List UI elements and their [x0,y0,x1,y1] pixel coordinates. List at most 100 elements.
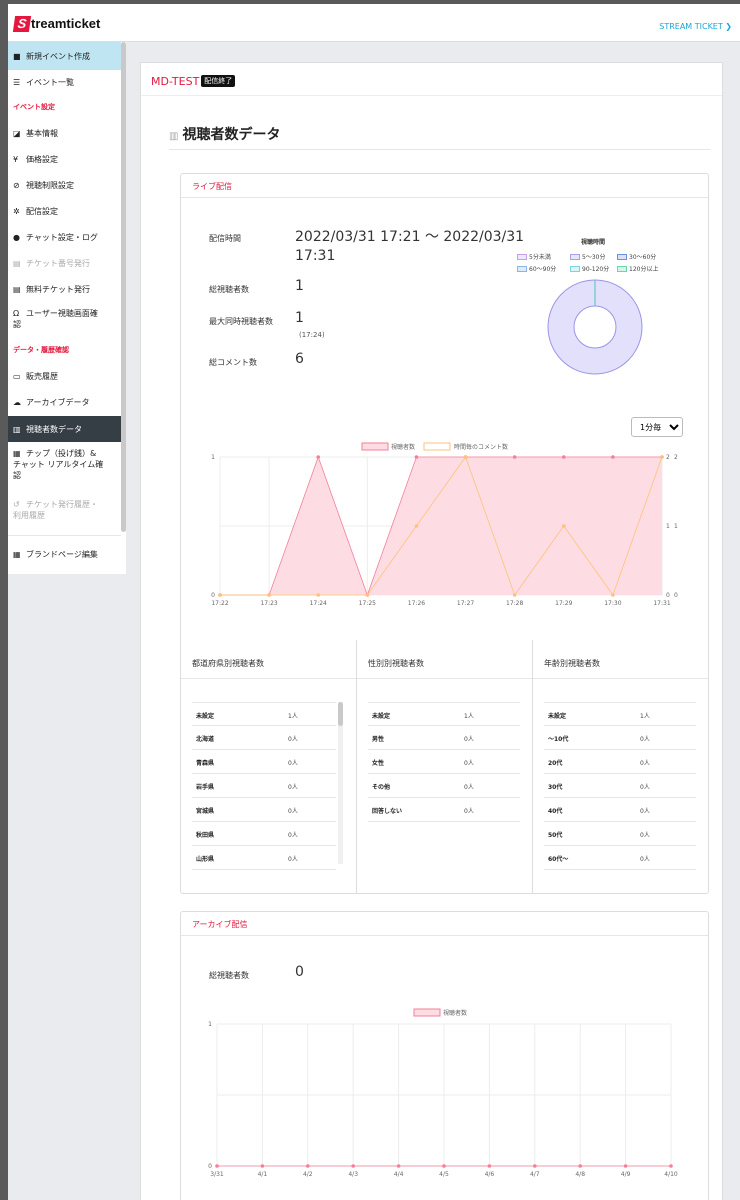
table-cell-label: 女性 [372,760,385,767]
table-row: 山形県 0人 [192,846,336,870]
comments-point [561,524,566,528]
credit-card-icon: ▭ [13,372,21,381]
archive-card: アーカイブ配信 総視聴者数 0 視聴者数 3/31 4/1 4/2 4/3 4/4 4/5 4… [180,911,709,1200]
age-table-title: 年齢別視聴者数 [544,659,600,668]
table-row: 秋田県 0人 [192,822,336,846]
sidebar-item-tip-chat[interactable]: ▦ チップ（投げ銭）& チャット リアルタイム確認 [8,448,121,481]
sidebar-item-create-event[interactable]: ■ 新規イベント作成 [8,42,121,70]
donut-legend-item[interactable]: 90-120分 [570,264,609,273]
table-cell-label: 秋田県 [196,832,215,839]
sidebar-item-label: 利用履歴 [13,511,45,520]
table-cell-value: 0人 [640,856,650,863]
table-row: 〜10代 0人 [544,726,696,750]
sidebar-item-brand[interactable]: ▦ ブランドページ編集 [8,549,121,560]
sidebar-item-label: 認 [13,320,21,329]
y-tick-label-right: 1 [674,523,678,530]
donut-legend-item[interactable]: 30〜60分 [617,252,656,261]
table-cell-label: 〜10代 [548,736,569,743]
legend-swatch [570,266,580,272]
table-row: 宮城県 0人 [192,798,336,822]
table-cell-label: 回答しない [372,808,403,815]
sidebar-item-archive[interactable]: ☁ アーカイブデータ [8,397,121,408]
sidebar-item-label: チケット番号発行 [26,259,90,268]
archive-card-header: アーカイブ配信 [181,912,708,936]
comments-icon: ● [13,233,20,242]
app-logo[interactable]: Streamticket [12,16,100,32]
table-cell-label: 岩手県 [196,784,215,791]
table-row: 北海道 0人 [192,726,336,750]
sidebar-item-price[interactable]: ¥ 価格設定 [8,154,121,165]
comments-point [365,593,370,597]
legend-label: 5〜30分 [582,254,606,261]
sidebar-item-chat[interactable]: ● チャット設定・ログ [8,232,121,243]
event-title: MD-TEST 配信終了 [151,75,236,88]
sidebar-scrollbar[interactable] [121,42,126,532]
sidebar-item-restriction[interactable]: ⊘ 視聴制限設定 [8,180,121,191]
sidebar-item-label: チップ（投げ銭）& [26,449,97,458]
total-viewers-value: 1 [295,278,304,294]
time-label: 配信時間 [209,234,241,243]
comments-point [660,455,664,459]
sidebar-item-label: チャット設定・ログ [26,233,98,242]
legend-label-viewers: 視聴者数 [443,1009,467,1017]
x-tick-label: 4/7 [530,1171,540,1178]
live-card-header: ライブ配信 [181,174,708,198]
sidebar-item-distribution[interactable]: ✲ 配信設定 [8,206,121,217]
eye-slash-icon: ⊘ [13,181,20,190]
sidebar-item-label: ブランドページ編集 [26,550,98,559]
x-tick-label: 17:28 [506,600,523,607]
page-title-text: 視聴者数データ [182,127,281,143]
y-tick-label: 0 [208,1163,212,1170]
table-cell-value: 0人 [640,736,650,743]
donut-legend-item[interactable]: 60〜90分 [517,264,556,273]
sidebar-item-basic-info[interactable]: ◪ 基本情報 [8,128,121,139]
x-tick-label: 3/31 [210,1171,224,1178]
cloud-icon: ☁ [13,398,21,407]
table-cell-value: 0人 [640,784,650,791]
pref-table-scrollbar[interactable] [338,702,343,726]
sidebar-item-label: ユーザー視聴画面確 [26,309,98,318]
yen-icon: ¥ [13,155,19,164]
y-tick-label: 1 [208,1021,212,1028]
legend-label: 90-120分 [582,266,610,273]
sidebar-item-user-view[interactable]: Ω ユーザー視聴画面確認 [8,308,121,330]
x-tick-label: 4/9 [621,1171,631,1178]
sidebar-item-event-list[interactable]: ☰ イベント一覧 [8,77,121,88]
archive-total-label: 総視聴者数 [209,971,249,980]
legend-swatch [617,254,627,260]
sidebar-item-sales[interactable]: ▭ 販売履歴 [8,371,121,382]
main-panel: MD-TEST 配信終了 ▥ 視聴者数データ ライブ配信 配信時間 2022/03/… [140,62,723,1200]
x-tick-label: 17:31 [653,600,670,607]
legend-label-comments: 時間毎のコメント数 [454,443,508,451]
y-tick-label-left: 0 [211,592,215,599]
interval-select[interactable]: 1分毎 [631,417,683,437]
time-value-start: 2022/03/31 17:21 〜 2022/03/31 [295,229,525,245]
table-cell-label: 60代〜 [548,856,569,863]
legend-swatch-comments [423,442,451,451]
event-name: MD-TEST [151,75,200,88]
sidebar-item-viewers[interactable]: ▥ 視聴者数データ [8,416,121,442]
y-tick-label-right: 2 [674,454,678,461]
donut-legend-item[interactable]: 120分以上 [617,264,658,273]
donut-legend-item[interactable]: 5〜30分 [570,252,605,261]
table-cell-label: その他 [372,784,391,791]
viewers-point [396,1164,401,1168]
viewers-point [260,1164,265,1168]
table-cell-label: 北海道 [196,736,215,743]
account-menu[interactable]: STREAM TICKET ❯ [659,22,732,31]
sidebar-item-free-ticket[interactable]: ▤ 無料チケット発行 [8,284,121,295]
comments-point [218,593,222,597]
y-tick-label-right: 1 [666,523,670,530]
sidebar-item-label: 無料チケット発行 [26,285,90,294]
comments-point [267,593,271,597]
donut-legend-item[interactable]: 5分未満 [517,252,551,261]
sidebar-item-label: 視聴制限設定 [26,181,74,190]
pref-table-divider [181,678,356,679]
archive-total-value: 0 [295,964,304,980]
video-icon: ■ [13,52,21,61]
history-icon: ↺ [13,500,20,509]
pref-table-scrolltrack[interactable] [338,702,343,864]
viewers-point [351,1164,355,1168]
legend-label: 30〜60分 [629,254,657,261]
age-table: 年齢別視聴者数 未設定 1人 〜10代 0人 20代 0人 30代 0人 40代 0人 50代 0人 6… [533,640,708,894]
